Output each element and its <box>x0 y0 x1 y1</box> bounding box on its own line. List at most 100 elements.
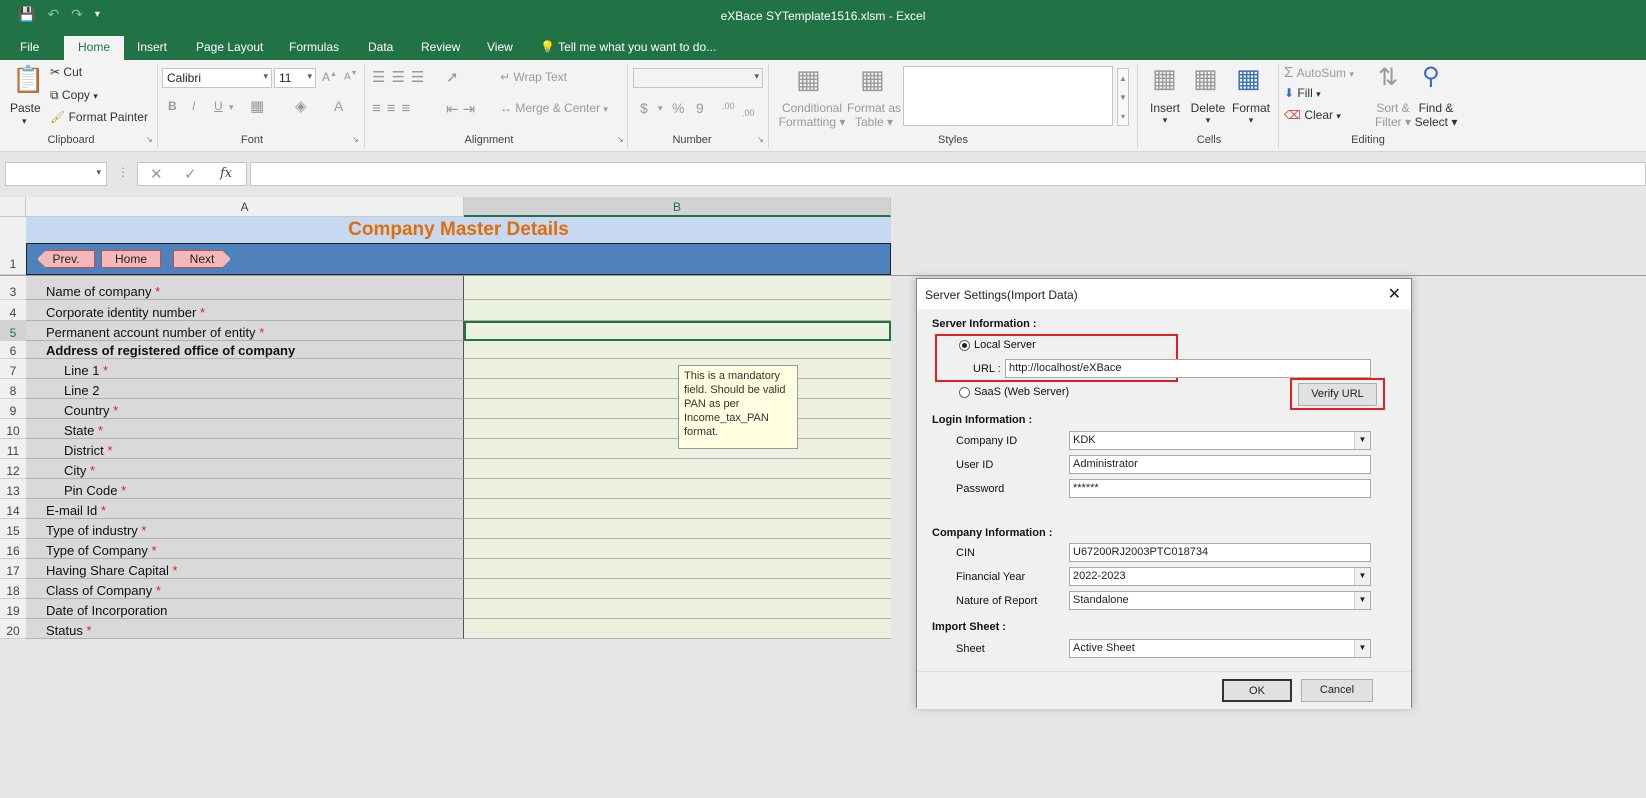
cell-a20[interactable]: Status * <box>26 619 464 639</box>
user-id-input[interactable]: Administrator <box>1069 455 1371 474</box>
italic-button[interactable]: I <box>192 99 195 113</box>
cell-a10[interactable]: State * <box>26 419 464 439</box>
tab-page-layout[interactable]: Page Layout <box>196 38 263 60</box>
cancel-button[interactable]: Cancel <box>1301 679 1373 702</box>
cell-a5[interactable]: Permanent account number of entity * <box>26 321 464 341</box>
cin-input[interactable]: U67200RJ2003PTC018734 <box>1069 543 1371 562</box>
font-color-button[interactable]: A <box>334 98 343 114</box>
cell-b4[interactable] <box>464 300 891 321</box>
tab-formulas[interactable]: Formulas <box>289 38 339 60</box>
cell-a3[interactable]: Name of company * <box>26 276 464 300</box>
format-as-table-icon[interactable]: ▦ <box>860 64 885 95</box>
tab-insert[interactable]: Insert <box>137 38 167 60</box>
password-input[interactable]: ****** <box>1069 479 1371 498</box>
number-format-combo[interactable]: ▾ <box>633 68 763 88</box>
tab-view[interactable]: View <box>487 38 513 60</box>
font-size-combo[interactable]: 11 ▾ <box>274 68 316 88</box>
fill-color-icon[interactable]: ◈ <box>295 97 307 115</box>
cell-a13[interactable]: Pin Code * <box>26 479 464 499</box>
cell-styles-gallery[interactable] <box>903 66 1113 126</box>
cell-b19[interactable] <box>464 599 891 619</box>
cell-b20[interactable] <box>464 619 891 639</box>
cell-a18[interactable]: Class of Company * <box>26 579 464 599</box>
row-header-19[interactable]: 19 <box>0 599 26 619</box>
copy-dropdown-icon[interactable]: ▾ <box>93 91 98 101</box>
cell-b14[interactable] <box>464 499 891 519</box>
format-cells-button[interactable]: Format ▾ <box>1231 101 1271 126</box>
tab-review[interactable]: Review <box>421 38 460 60</box>
clear-button[interactable]: ⌫ Clear ▾ <box>1284 108 1341 122</box>
cell-a6[interactable]: Address of registered office of company <box>26 341 464 359</box>
cell-b3[interactable] <box>464 276 891 300</box>
cell-a4[interactable]: Corporate identity number * <box>26 300 464 321</box>
chevron-down-icon[interactable]: ▼ <box>1354 432 1370 449</box>
select-all-corner[interactable] <box>0 197 26 217</box>
cell-a8[interactable]: Line 2 <box>26 379 464 399</box>
autosum-button[interactable]: Σ AutoSum ▾ <box>1284 64 1354 81</box>
indent-icons[interactable]: ⇤⇥ <box>446 100 479 118</box>
formula-input[interactable] <box>250 162 1646 186</box>
cell-a11[interactable]: District * <box>26 439 464 459</box>
paste-button[interactable]: Paste <box>10 101 41 115</box>
bold-button[interactable]: B <box>168 99 177 113</box>
cell-a7[interactable]: Line 1 * <box>26 359 464 379</box>
chevron-down-icon[interactable]: ▼ <box>1354 640 1370 657</box>
saas-radio[interactable] <box>959 387 970 398</box>
format-cells-icon[interactable]: ▦ <box>1236 63 1261 94</box>
chevron-down-icon[interactable]: ▼ <box>1354 568 1370 585</box>
shrink-font-button[interactable]: A▼ <box>344 70 358 82</box>
row-header-3[interactable]: 3 <box>0 276 26 300</box>
number-launcher-icon[interactable]: ↘ <box>757 135 764 144</box>
local-server-radio[interactable] <box>959 340 970 351</box>
row-header-15[interactable]: 15 <box>0 519 26 539</box>
row-header-16[interactable]: 16 <box>0 539 26 559</box>
cancel-formula-icon[interactable]: ✕ <box>150 165 163 183</box>
cell-b13[interactable] <box>464 479 891 499</box>
row-header-8[interactable]: 8 <box>0 379 26 399</box>
find-select-button[interactable]: Find & Select ▾ <box>1414 101 1458 129</box>
row-header-10[interactable]: 10 <box>0 419 26 439</box>
cell-b6[interactable] <box>464 341 891 359</box>
insert-cells-button[interactable]: Insert ▾ <box>1148 101 1182 126</box>
enter-formula-icon[interactable]: ✓ <box>184 165 197 183</box>
cell-a19[interactable]: Date of Incorporation <box>26 599 464 619</box>
wrap-text-button[interactable]: ↵ Wrap Text <box>500 70 567 84</box>
row-header-11[interactable]: 11 <box>0 439 26 459</box>
fill-button[interactable]: ⬇ Fill ▾ <box>1284 86 1321 100</box>
cell-b15[interactable] <box>464 519 891 539</box>
row-header-9[interactable]: 9 <box>0 399 26 419</box>
close-icon[interactable]: ✕ <box>1388 284 1401 304</box>
tab-data[interactable]: Data <box>368 38 393 60</box>
horizontal-align-icons[interactable]: ≡≡≡ <box>372 100 416 117</box>
row-header-12[interactable]: 12 <box>0 459 26 479</box>
nature-of-report-select[interactable]: Standalone ▼ <box>1069 591 1371 610</box>
row-header-4[interactable]: 4 <box>0 300 26 321</box>
financial-year-select[interactable]: 2022-2023 ▼ <box>1069 567 1371 586</box>
chevron-down-icon[interactable]: ▼ <box>1354 592 1370 609</box>
row-header-13[interactable]: 13 <box>0 479 26 499</box>
row-header-5[interactable]: 5 <box>0 321 26 341</box>
cell-a12[interactable]: City * <box>26 459 464 479</box>
cell-a17[interactable]: Having Share Capital * <box>26 559 464 579</box>
styles-scroll-icon[interactable]: ▲ ▼ ▾ <box>1117 68 1129 126</box>
delete-cells-icon[interactable]: ▦ <box>1193 63 1218 94</box>
delete-cells-button[interactable]: Delete ▾ <box>1189 101 1227 126</box>
sheet-select[interactable]: Active Sheet ▼ <box>1069 639 1371 658</box>
cell-b18[interactable] <box>464 579 891 599</box>
company-id-select[interactable]: KDK ▼ <box>1069 431 1371 450</box>
next-button[interactable]: Next <box>173 250 231 268</box>
sort-filter-icon[interactable]: ⇅ <box>1378 63 1398 92</box>
conditional-formatting-button[interactable]: Conditional Formatting ▾ <box>777 101 847 129</box>
cell-b5[interactable] <box>464 321 891 341</box>
font-launcher-icon[interactable]: ↘ <box>352 135 359 144</box>
sort-filter-button[interactable]: Sort & Filter ▾ <box>1372 101 1414 129</box>
paste-icon[interactable]: 📋 <box>12 64 44 95</box>
cut-button[interactable]: ✂ Cut <box>50 65 82 79</box>
row-header-14[interactable]: 14 <box>0 499 26 519</box>
column-header-b[interactable]: B <box>464 197 891 217</box>
clipboard-launcher-icon[interactable]: ↘ <box>146 135 153 144</box>
row-header-6[interactable]: 6 <box>0 341 26 359</box>
row-header-18[interactable]: 18 <box>0 579 26 599</box>
cell-a14[interactable]: E-mail Id * <box>26 499 464 519</box>
decrease-decimal-button[interactable]: .00 <box>742 108 755 118</box>
